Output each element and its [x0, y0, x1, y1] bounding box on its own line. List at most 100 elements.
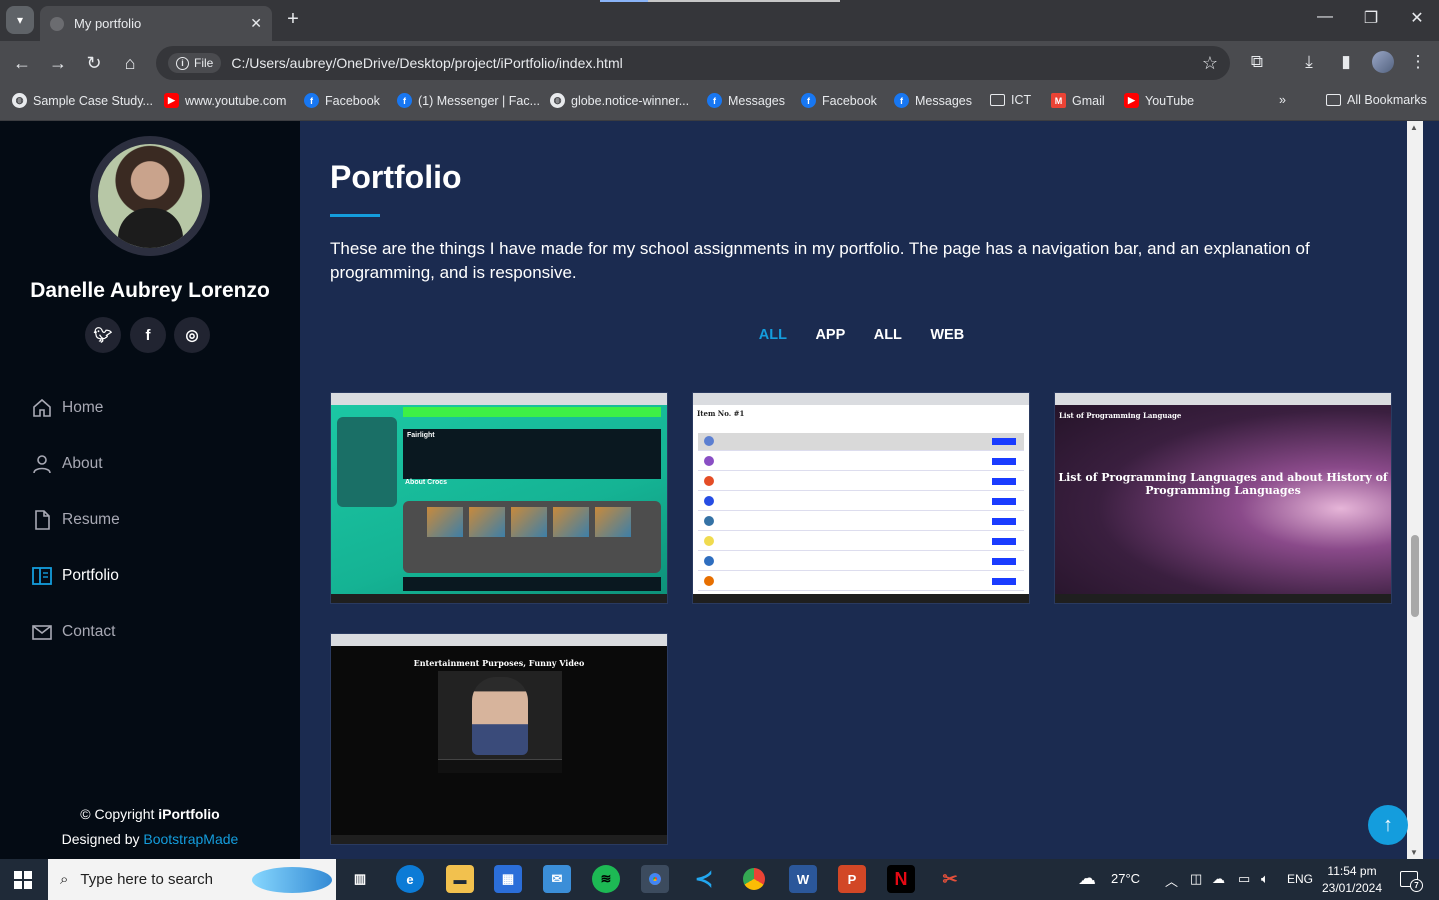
nav-portfolio-label: Portfolio — [62, 567, 119, 584]
site-info-label: File — [194, 56, 214, 70]
bookmark-star-icon[interactable]: ☆ — [1202, 53, 1218, 74]
bootstrapmade-link[interactable]: BootstrapMade — [143, 831, 238, 847]
filter-all-2[interactable]: ALL — [874, 327, 902, 343]
bookmark-item[interactable]: ◍ Sample Case Study... — [12, 93, 153, 108]
nav-resume[interactable]: Resume — [32, 510, 120, 530]
twitter-icon[interactable]: 🐦︎ — [85, 317, 121, 353]
close-window-button[interactable]: ✕ — [1402, 8, 1432, 28]
vscode-icon[interactable]: ≺ — [690, 865, 718, 893]
bookmark-item[interactable]: ▶ YouTube — [1124, 93, 1194, 108]
portfolio-item-fairlight[interactable]: Fairlight About Crocs — [330, 392, 668, 604]
tray-chevron-icon[interactable]: ︿ — [1165, 871, 1178, 890]
nav-about-label: About — [62, 455, 103, 472]
facebook-icon: f — [894, 93, 909, 108]
edge-icon[interactable]: e — [396, 865, 424, 893]
forward-button[interactable]: → — [47, 52, 69, 74]
address-bar[interactable]: i File C:/Users/aubrey/OneDrive/Desktop/… — [156, 46, 1230, 80]
profile-avatar[interactable] — [1372, 51, 1394, 73]
nav-contact[interactable]: Contact — [32, 622, 115, 642]
language-indicator[interactable]: ENG — [1287, 872, 1313, 886]
bookmark-item[interactable]: M Gmail — [1051, 93, 1105, 108]
tab-close-icon[interactable]: ✕ — [250, 15, 262, 32]
bookmark-item[interactable]: ▶ www.youtube.com — [164, 93, 286, 108]
portfolio-item-funny-video[interactable]: Entertainment Purposes, Funny Video — [330, 633, 668, 845]
facebook-icon[interactable]: f — [130, 317, 166, 353]
facebook-icon: f — [397, 93, 412, 108]
notification-icon[interactable]: 7 — [1400, 871, 1423, 892]
onedrive-icon[interactable]: ☁ — [1212, 871, 1225, 887]
bookmark-item[interactable]: f (1) Messenger | Fac... — [397, 93, 540, 108]
snipping-tool-icon[interactable]: ✂ — [936, 865, 964, 893]
back-button[interactable]: ← — [11, 52, 33, 74]
thumb-text-block: Fairlight — [403, 429, 661, 479]
clock[interactable]: 11:54 pm 23/01/2024 — [1314, 863, 1390, 897]
extensions-icon[interactable]: ⧉ — [1245, 52, 1269, 72]
bookmark-item[interactable]: ◍ globe.notice-winner... — [550, 93, 689, 108]
scrollbar-thumb[interactable] — [1411, 535, 1419, 617]
back-to-top-button[interactable]: ↑ — [1368, 805, 1408, 845]
loading-bar — [600, 0, 840, 2]
file-explorer-icon[interactable]: ▬ — [446, 865, 474, 893]
side-panel-icon[interactable]: ▮ — [1334, 52, 1358, 72]
title-underline — [330, 214, 380, 217]
nav-about[interactable]: About — [32, 454, 103, 474]
instagram-icon[interactable]: ◎ — [174, 317, 210, 353]
chrome-active-icon[interactable] — [641, 865, 669, 893]
volume-icon[interactable]: 🔈︎ — [1261, 871, 1269, 887]
arrow-up-icon: ↑ — [1383, 813, 1393, 836]
sidebar: Danelle Aubrey Lorenzo 🐦︎ f ◎ Home About… — [0, 121, 300, 859]
credits-text: Designed by BootstrapMade — [61, 831, 239, 847]
sidebar-footer: © Copyright iPortfolio Designed by Boots… — [0, 802, 300, 852]
browser-tab[interactable]: My portfolio ✕ — [40, 6, 272, 41]
bookmark-item[interactable]: f Facebook — [801, 93, 877, 108]
store-icon[interactable]: ▦ — [494, 865, 522, 893]
search-icon: ⌕ — [60, 871, 69, 888]
profile-photo — [90, 136, 210, 256]
home-button[interactable]: ⌂ — [119, 52, 141, 74]
meet-now-icon[interactable]: ◫ — [1190, 871, 1202, 887]
taskbar-search[interactable]: ⌕ Type here to search — [48, 859, 336, 900]
bookmark-folder[interactable]: ICT — [990, 93, 1031, 107]
task-view-icon[interactable]: ▥ — [346, 865, 374, 893]
weather-temp[interactable]: 27°C — [1111, 871, 1140, 886]
menu-kebab-icon[interactable]: ⋮ — [1406, 52, 1430, 72]
thumb-hero-heading: List of Programming Languages and about … — [1058, 471, 1388, 497]
download-icon[interactable]: ⤓ — [1297, 52, 1321, 72]
nav-home-label: Home — [62, 399, 104, 416]
windows-start-icon[interactable] — [14, 871, 32, 889]
word-icon[interactable]: W — [789, 865, 817, 893]
nav-home[interactable]: Home — [32, 398, 103, 418]
new-tab-button[interactable]: + — [282, 8, 304, 30]
filter-web[interactable]: WEB — [930, 327, 964, 343]
powerpoint-icon[interactable]: P — [838, 865, 866, 893]
thumb-nav-title: List of Programming Language — [1059, 411, 1182, 420]
portfolio-item-language-table[interactable]: Item No. #1 — [692, 392, 1030, 604]
tab-search-button[interactable]: ▾ — [6, 6, 34, 34]
reload-button[interactable]: ↻ — [83, 52, 105, 74]
nav-portfolio[interactable]: Portfolio — [32, 566, 119, 586]
more-bookmarks-button[interactable]: » — [1279, 93, 1286, 107]
restore-button[interactable]: ❐ — [1356, 8, 1386, 28]
mail-icon[interactable]: ✉ — [543, 865, 571, 893]
copyright-text: © Copyright iPortfolio — [80, 806, 220, 822]
minimize-button[interactable]: — — [1310, 8, 1340, 26]
filter-app[interactable]: APP — [815, 327, 845, 343]
netflix-icon[interactable]: N — [887, 865, 915, 893]
page-scrollbar[interactable]: ▲ ▼ — [1407, 121, 1423, 859]
site-info-chip[interactable]: i File — [168, 53, 222, 73]
portfolio-item-programming-history[interactable]: List of Programming Language List of Pro… — [1054, 392, 1392, 604]
bookmark-item[interactable]: f Messages — [707, 93, 785, 108]
facebook-icon: f — [707, 93, 722, 108]
notification-badge: 7 — [1410, 879, 1423, 892]
page-viewport: Danelle Aubrey Lorenzo 🐦︎ f ◎ Home About… — [0, 121, 1439, 859]
portfolio-section: Portfolio These are the things I have ma… — [300, 121, 1423, 859]
bookmark-item[interactable]: f Messages — [894, 93, 972, 108]
network-icon[interactable]: ▭ — [1238, 871, 1250, 887]
chrome-icon[interactable] — [740, 865, 768, 893]
url-text[interactable]: C:/Users/aubrey/OneDrive/Desktop/project… — [231, 55, 1202, 71]
bookmark-item[interactable]: f Facebook — [304, 93, 380, 108]
spotify-icon[interactable]: ≋ — [592, 865, 620, 893]
filter-all[interactable]: ALL — [759, 327, 787, 343]
weather-icon[interactable]: ☁ — [1078, 868, 1096, 889]
all-bookmarks-button[interactable]: All Bookmarks — [1326, 93, 1427, 107]
